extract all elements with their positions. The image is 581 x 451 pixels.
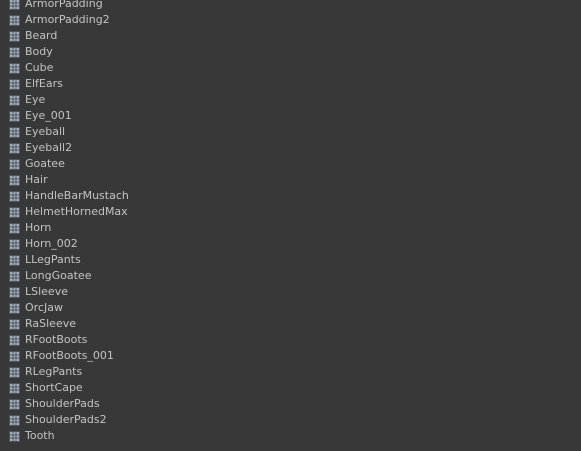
list-item-label: LLegPants [25, 253, 81, 266]
list-item[interactable]: Eyeball2 [9, 140, 129, 156]
mesh-grid-icon [9, 254, 20, 266]
list-item[interactable]: Hair [9, 172, 129, 188]
list-item-label: Tooth [25, 429, 55, 442]
list-item[interactable]: Eye [9, 92, 129, 108]
list-item[interactable]: HelmetHornedMax [9, 204, 129, 220]
list-item[interactable]: ShoulderPads2 [9, 412, 129, 428]
list-item-label: Cube [25, 61, 54, 74]
list-item[interactable]: Cube [9, 60, 129, 76]
list-item-label: HelmetHornedMax [25, 205, 128, 218]
mesh-grid-icon [9, 62, 20, 74]
mesh-grid-icon [9, 398, 20, 410]
list-item[interactable]: ArmorPadding2 [9, 12, 129, 28]
list-item-label: ArmorPadding [25, 0, 103, 10]
list-item-label: LongGoatee [25, 269, 92, 282]
list-item-label: OrcJaw [25, 301, 63, 314]
list-item-label: RaSleeve [25, 317, 76, 330]
mesh-grid-icon [9, 286, 20, 298]
mesh-grid-icon [9, 366, 20, 378]
mesh-grid-icon [9, 382, 20, 394]
list-item-label: ArmorPadding2 [25, 13, 110, 26]
list-item-label: Eyeball [25, 125, 66, 138]
list-item[interactable]: Eyeball [9, 124, 129, 140]
list-item-label: LSleeve [25, 285, 68, 298]
list-item[interactable]: RLegPants [9, 364, 129, 380]
mesh-grid-icon [9, 318, 20, 330]
mesh-grid-icon [9, 78, 20, 90]
mesh-list-panel: ArmorPadding ArmorPadding2 Beard Body Cube El… [0, 0, 581, 451]
list-item[interactable]: LLegPants [9, 252, 129, 268]
mesh-grid-icon [9, 0, 20, 10]
list-item-label: Horn [25, 221, 52, 234]
list-item[interactable]: Beard [9, 28, 129, 44]
list-item[interactable]: ArmorPadding [9, 0, 129, 12]
list-item-label: Body [25, 45, 53, 58]
list-item-label: Goatee [25, 157, 65, 170]
mesh-grid-icon [9, 350, 20, 362]
list-item-label: Beard [25, 29, 58, 42]
mesh-grid-icon [9, 14, 20, 26]
list-item-label: RFootBoots [25, 333, 88, 346]
mesh-grid-icon [9, 110, 20, 122]
mesh-grid-icon [9, 206, 20, 218]
list-item-label: RLegPants [25, 365, 83, 378]
list-item[interactable]: Body [9, 44, 129, 60]
list-item[interactable]: Horn [9, 220, 129, 236]
mesh-grid-icon [9, 158, 20, 170]
list-item-label: HandleBarMustach [25, 189, 129, 202]
mesh-grid-icon [9, 270, 20, 282]
list-item[interactable]: OrcJaw [9, 300, 129, 316]
list-item-label: ShoulderPads2 [25, 413, 107, 426]
mesh-grid-icon [9, 190, 20, 202]
list-item[interactable]: ElfEars [9, 76, 129, 92]
mesh-grid-icon [9, 46, 20, 58]
list-item-label: Horn_002 [25, 237, 78, 250]
list-item-label: Eye_001 [25, 109, 72, 122]
list-item-label: ShortCape [25, 381, 83, 394]
mesh-grid-icon [9, 302, 20, 314]
list-item[interactable]: HandleBarMustach [9, 188, 129, 204]
list-item[interactable]: Goatee [9, 156, 129, 172]
list-item[interactable]: Horn_002 [9, 236, 129, 252]
mesh-grid-icon [9, 414, 20, 426]
list-item[interactable]: RFootBoots_001 [9, 348, 129, 364]
list-item[interactable]: LSleeve [9, 284, 129, 300]
mesh-grid-icon [9, 430, 20, 442]
list-item[interactable]: RFootBoots [9, 332, 129, 348]
list-item[interactable]: Tooth [9, 428, 129, 444]
mesh-grid-icon [9, 238, 20, 250]
list-item-label: Hair [25, 173, 48, 186]
mesh-grid-icon [9, 94, 20, 106]
list-item[interactable]: ShoulderPads [9, 396, 129, 412]
mesh-grid-icon [9, 126, 20, 138]
list-item-label: Eye [25, 93, 46, 106]
list-item[interactable]: RaSleeve [9, 316, 129, 332]
mesh-grid-icon [9, 142, 20, 154]
list-item[interactable]: LongGoatee [9, 268, 129, 284]
list-item-label: Eyeball2 [25, 141, 73, 154]
list-item-label: ElfEars [25, 77, 63, 90]
list-item[interactable]: ShortCape [9, 380, 129, 396]
mesh-list: ArmorPadding ArmorPadding2 Beard Body Cube El… [9, 0, 129, 444]
list-item[interactable]: Eye_001 [9, 108, 129, 124]
mesh-grid-icon [9, 30, 20, 42]
list-item-label: RFootBoots_001 [25, 349, 114, 362]
mesh-grid-icon [9, 174, 20, 186]
list-item-label: ShoulderPads [25, 397, 100, 410]
mesh-grid-icon [9, 334, 20, 346]
mesh-grid-icon [9, 222, 20, 234]
